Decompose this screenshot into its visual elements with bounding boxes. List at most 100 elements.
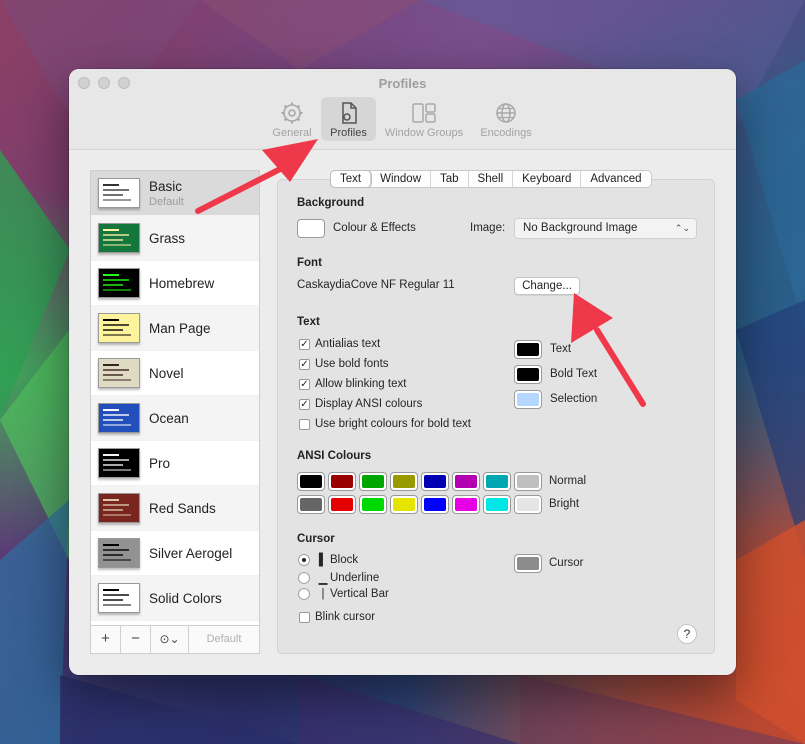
profile-item-silver-aerogel[interactable]: Silver Aerogel (91, 531, 259, 576)
profile-preview-thumbnail (98, 538, 140, 568)
ansi-normal-colour-well[interactable] (514, 472, 542, 491)
text-option-checkbox[interactable]: ✓ Use bold fonts (299, 358, 389, 370)
ansi-bright-colour-well[interactable] (421, 495, 449, 514)
text-colour-well[interactable] (514, 390, 542, 409)
profile-preview-thumbnail (98, 583, 140, 613)
cursor-section-title: Cursor (297, 533, 335, 545)
background-section-title: Background (297, 197, 365, 209)
profile-name: Solid Colors (149, 590, 222, 606)
window-title: Profiles (378, 76, 427, 91)
ansi-normal-colour-well[interactable] (421, 472, 449, 491)
profile-name: Basic (149, 178, 183, 194)
text-colour-well[interactable] (514, 340, 542, 359)
text-colour-well[interactable] (514, 365, 542, 384)
ansi-bright-colour-well[interactable] (328, 495, 356, 514)
cursor-shape-icon: ▌ (318, 554, 328, 566)
profile-default-note: Default (149, 195, 184, 208)
background-colour-well[interactable] (297, 219, 325, 238)
tab-text[interactable]: Text (331, 171, 372, 187)
blink-cursor-checkbox[interactable]: Blink cursor (299, 611, 375, 623)
set-default-button[interactable]: Default (189, 626, 259, 653)
profile-name: Red Sands (149, 500, 216, 516)
profile-item-ocean[interactable]: Ocean (91, 396, 259, 441)
text-colour-label: Selection (550, 393, 598, 405)
ansi-bright-colour-well[interactable] (514, 495, 542, 514)
toolbar-window-groups[interactable]: Window Groups (381, 97, 467, 141)
profile-name: Ocean (149, 410, 189, 426)
cursor-style-radio[interactable]: | Vertical Bar (298, 588, 389, 600)
tab-tab[interactable]: Tab (431, 171, 469, 187)
tab-keyboard[interactable]: Keyboard (513, 171, 582, 187)
profile-preview-thumbnail (98, 313, 140, 343)
profile-item-novel[interactable]: Novel (91, 351, 259, 396)
ansi-normal-colour-well[interactable] (483, 472, 511, 491)
checkbox-box: ✓ (299, 358, 310, 370)
checkbox-box: ✓ (299, 378, 310, 390)
cursor-style-radio[interactable]: ▌ Block (298, 554, 358, 566)
ansi-normal-colour-well[interactable] (359, 472, 387, 491)
ansi-normal-colour-well[interactable] (328, 472, 356, 491)
profile-item-grass[interactable]: Grass (91, 216, 259, 261)
profile-preview-thumbnail (98, 358, 140, 388)
cursor-colour-label: Cursor (549, 557, 584, 569)
profile-preview-thumbnail (98, 403, 140, 433)
ansi-bright-colour-well[interactable] (390, 495, 418, 514)
checkbox-box: ✓ (299, 338, 310, 350)
background-image-select[interactable]: No Background Image ⌃⌄ (514, 218, 697, 239)
ansi-bright-colour-well[interactable] (483, 495, 511, 514)
profile-preview-thumbnail (98, 493, 140, 523)
font-value: CaskaydiaCove NF Regular 11 (297, 279, 455, 291)
text-option-label: Display ANSI colours (315, 398, 423, 410)
text-option-checkbox[interactable]: ✓ Allow blinking text (299, 378, 406, 390)
ansi-normal-colour-well[interactable] (390, 472, 418, 491)
text-option-checkbox[interactable]: ✓ Display ANSI colours (299, 398, 422, 410)
profile-item-basic[interactable]: Basic Default (91, 171, 259, 216)
change-font-button[interactable]: Change... (514, 277, 580, 295)
ansi-normal-colour-well[interactable] (452, 472, 480, 491)
ansi-bright-colour-well[interactable] (452, 495, 480, 514)
text-option-label: Allow blinking text (315, 378, 407, 390)
tab-advanced[interactable]: Advanced (581, 171, 650, 187)
ansi-bright-label: Bright (549, 498, 580, 510)
text-option-checkbox[interactable]: ✓ Antialias text (299, 338, 380, 350)
profile-list: Basic Default Grass Homebrew Man Page Novel Oc… (91, 171, 259, 627)
profile-document-icon (341, 102, 357, 124)
background-image-label: Image: (470, 222, 506, 234)
profile-preview-thumbnail (98, 178, 140, 208)
profile-actions-menu-button[interactable]: ⊙⌄ (151, 626, 189, 653)
cursor-colour-well[interactable] (514, 554, 542, 573)
checkbox-box (299, 418, 310, 430)
ansi-normal-colour-well[interactable] (297, 472, 325, 491)
profile-name: Silver Aerogel (149, 545, 233, 561)
cursor-style-radio[interactable]: ▁ Underline (298, 571, 379, 585)
remove-profile-button[interactable]: − (121, 626, 151, 653)
ansi-section-title: ANSI Colours (297, 450, 372, 462)
toolbar-profiles-label: Profiles (330, 127, 367, 139)
profile-item-homebrew[interactable]: Homebrew (91, 261, 259, 306)
text-colour-label: Bold Text (550, 368, 598, 380)
cursor-shape-icon: | (321, 588, 325, 600)
ansi-normal-label: Normal (549, 475, 587, 487)
toolbar-profiles[interactable]: Profiles (321, 97, 376, 141)
profile-preview-thumbnail (98, 268, 140, 298)
background-image-value: No Background Image (523, 222, 638, 234)
radio-dot (298, 588, 310, 600)
profile-item-red-sands[interactable]: Red Sands (91, 486, 259, 531)
toolbar-encodings[interactable]: Encodings (474, 97, 538, 141)
profile-item-solid-colors[interactable]: Solid Colors (91, 576, 259, 621)
profiles-window: Profiles General Profiles Window Groups … (69, 69, 736, 675)
ansi-bright-colour-well[interactable] (297, 495, 325, 514)
ansi-bright-colour-well[interactable] (359, 495, 387, 514)
text-colour-label: Text (550, 343, 572, 355)
tab-window[interactable]: Window (371, 171, 431, 187)
cursor-shape-icon: ▁ (318, 573, 328, 585)
help-button[interactable]: ? (677, 624, 697, 644)
text-option-checkbox[interactable]: Use bright colours for bold text (299, 418, 471, 430)
profile-item-pro[interactable]: Pro (91, 441, 259, 486)
add-profile-button[interactable]: + (91, 626, 121, 653)
profile-item-man-page[interactable]: Man Page (91, 306, 259, 351)
tab-shell[interactable]: Shell (469, 171, 514, 187)
profile-name: Pro (149, 455, 171, 471)
toolbar-general[interactable]: General (268, 97, 316, 141)
profile-name: Grass (149, 230, 186, 246)
